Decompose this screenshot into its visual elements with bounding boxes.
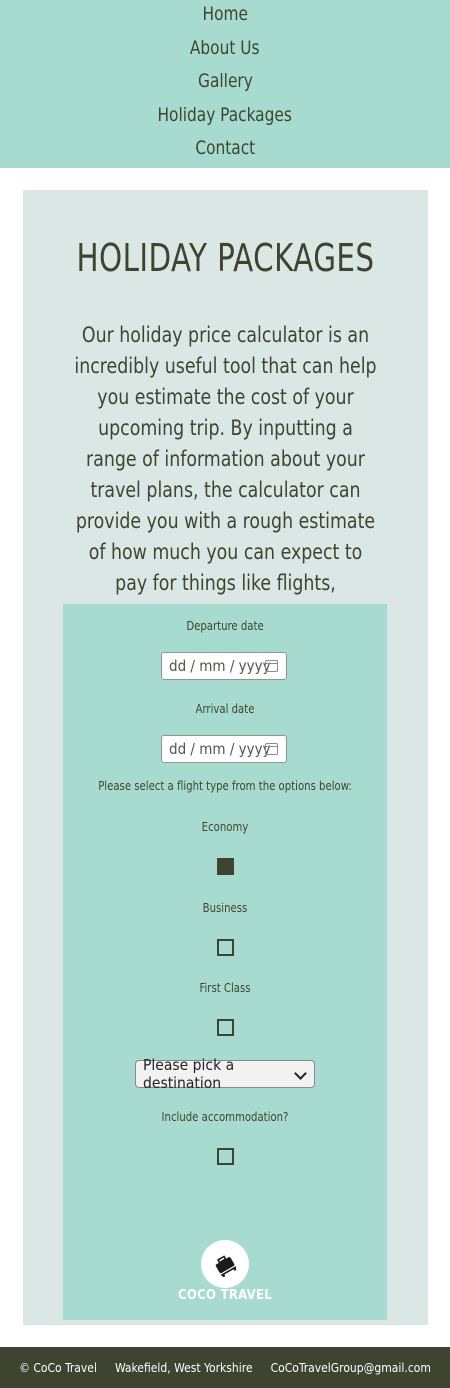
- nav-home-link[interactable]: Home: [202, 0, 247, 34]
- destination-select[interactable]: Please pick a destination: [135, 1056, 315, 1092]
- footer-copyright: © CoCo Travel: [19, 1360, 97, 1375]
- main-nav: Home About Us Gallery Holiday Packages C…: [0, 0, 450, 168]
- departure-date-placeholder: dd / mm / yyyy: [169, 657, 271, 675]
- logo-text: COCO TRAVEL: [177, 1288, 273, 1303]
- destination-select-value: Please pick a destination: [143, 1056, 235, 1092]
- main-panel: HOLIDAY PACKAGES Our holiday price calcu…: [23, 190, 428, 1325]
- accommodation-checkbox[interactable]: [217, 1148, 234, 1165]
- economy-checkbox[interactable]: [217, 858, 234, 875]
- coco-travel-logo: [201, 1240, 249, 1288]
- nav-holiday-packages-link[interactable]: Holiday Packages: [158, 101, 292, 135]
- departure-date-input[interactable]: dd / mm / yyyy: [161, 652, 287, 680]
- page-title: HOLIDAY PACKAGES: [76, 236, 375, 280]
- nav-gallery-link[interactable]: Gallery: [198, 67, 253, 101]
- business-checkbox[interactable]: [217, 939, 234, 956]
- arrival-date-input[interactable]: dd / mm / yyyy: [161, 735, 287, 763]
- arrival-date-label: Arrival date: [195, 701, 255, 716]
- calendar-icon[interactable]: [265, 660, 278, 672]
- business-label: Business: [202, 900, 248, 915]
- nav-about-link[interactable]: About Us: [190, 34, 260, 68]
- departure-date-label: Departure date: [186, 618, 264, 633]
- calendar-icon[interactable]: [265, 743, 278, 755]
- flight-type-prompt: Please select a flight type from the opt…: [98, 778, 352, 793]
- footer-location: Wakefield, West Yorkshire: [114, 1360, 253, 1375]
- first-class-label: First Class: [199, 980, 251, 995]
- economy-label: Economy: [201, 819, 249, 834]
- nav-contact-link[interactable]: Contact: [195, 134, 255, 168]
- suitcase-icon: [215, 1255, 237, 1278]
- footer: © CoCo Travel Wakefield, West Yorkshire …: [0, 1347, 450, 1388]
- accommodation-label: Include accommodation?: [161, 1109, 289, 1124]
- footer-email[interactable]: CoCoTravelGroup@gmail.com: [271, 1361, 431, 1375]
- price-calculator-form: Departure date dd / mm / yyyy Arrival da…: [63, 604, 387, 1320]
- arrival-date-placeholder: dd / mm / yyyy: [169, 740, 271, 758]
- first-class-checkbox[interactable]: [217, 1019, 234, 1036]
